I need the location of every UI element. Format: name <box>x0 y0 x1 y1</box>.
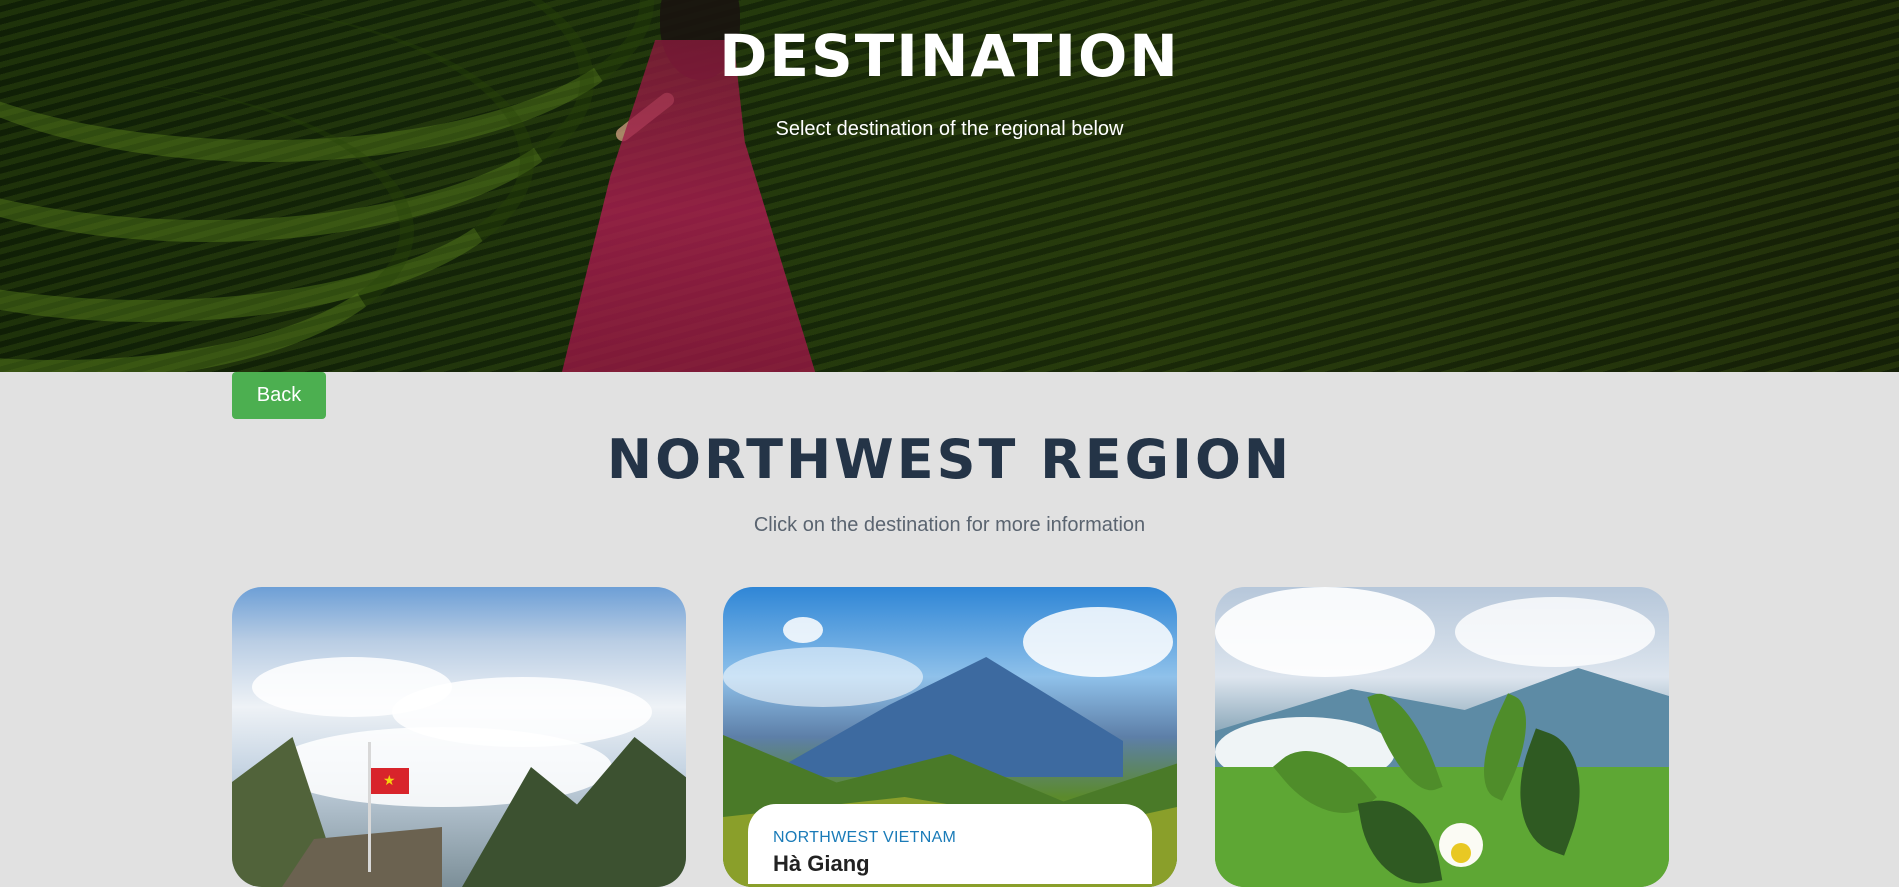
hero-title: DESTINATION <box>719 22 1180 90</box>
back-button[interactable]: Back <box>232 372 326 419</box>
flag-pole <box>368 742 371 872</box>
destination-card-3[interactable] <box>1215 587 1669 887</box>
destination-card-1[interactable] <box>232 587 686 887</box>
region-subtitle: Click on the destination for more inform… <box>753 514 1146 536</box>
hero-subtitle: Select destination of the regional below <box>775 118 1124 140</box>
region-title: NORTHWEST REGION <box>606 428 1293 491</box>
cloud-shape <box>783 617 823 643</box>
cloud-shape <box>1455 597 1655 667</box>
flag-star-icon: ★ <box>383 772 396 788</box>
tea-flower-center <box>1451 843 1471 863</box>
cloud-shape <box>723 647 923 707</box>
card-destination-name: Hà Giang <box>773 851 870 876</box>
card-region-label: NORTHWEST VIETNAM <box>773 829 957 846</box>
cloud-shape <box>1023 607 1173 677</box>
cloud-shape <box>1215 587 1435 677</box>
